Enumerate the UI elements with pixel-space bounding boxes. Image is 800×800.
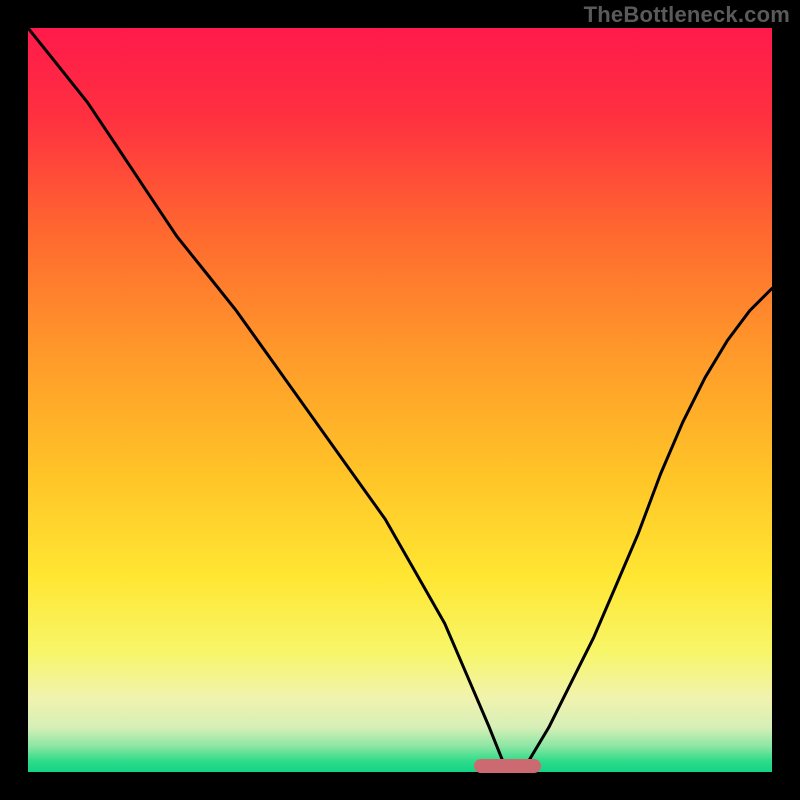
gradient-background — [28, 28, 772, 772]
watermark-text: TheBottleneck.com — [584, 2, 790, 28]
optimal-marker — [474, 759, 541, 773]
chart-frame: TheBottleneck.com — [0, 0, 800, 800]
bottleneck-chart — [28, 28, 772, 772]
plot-area — [28, 28, 772, 772]
